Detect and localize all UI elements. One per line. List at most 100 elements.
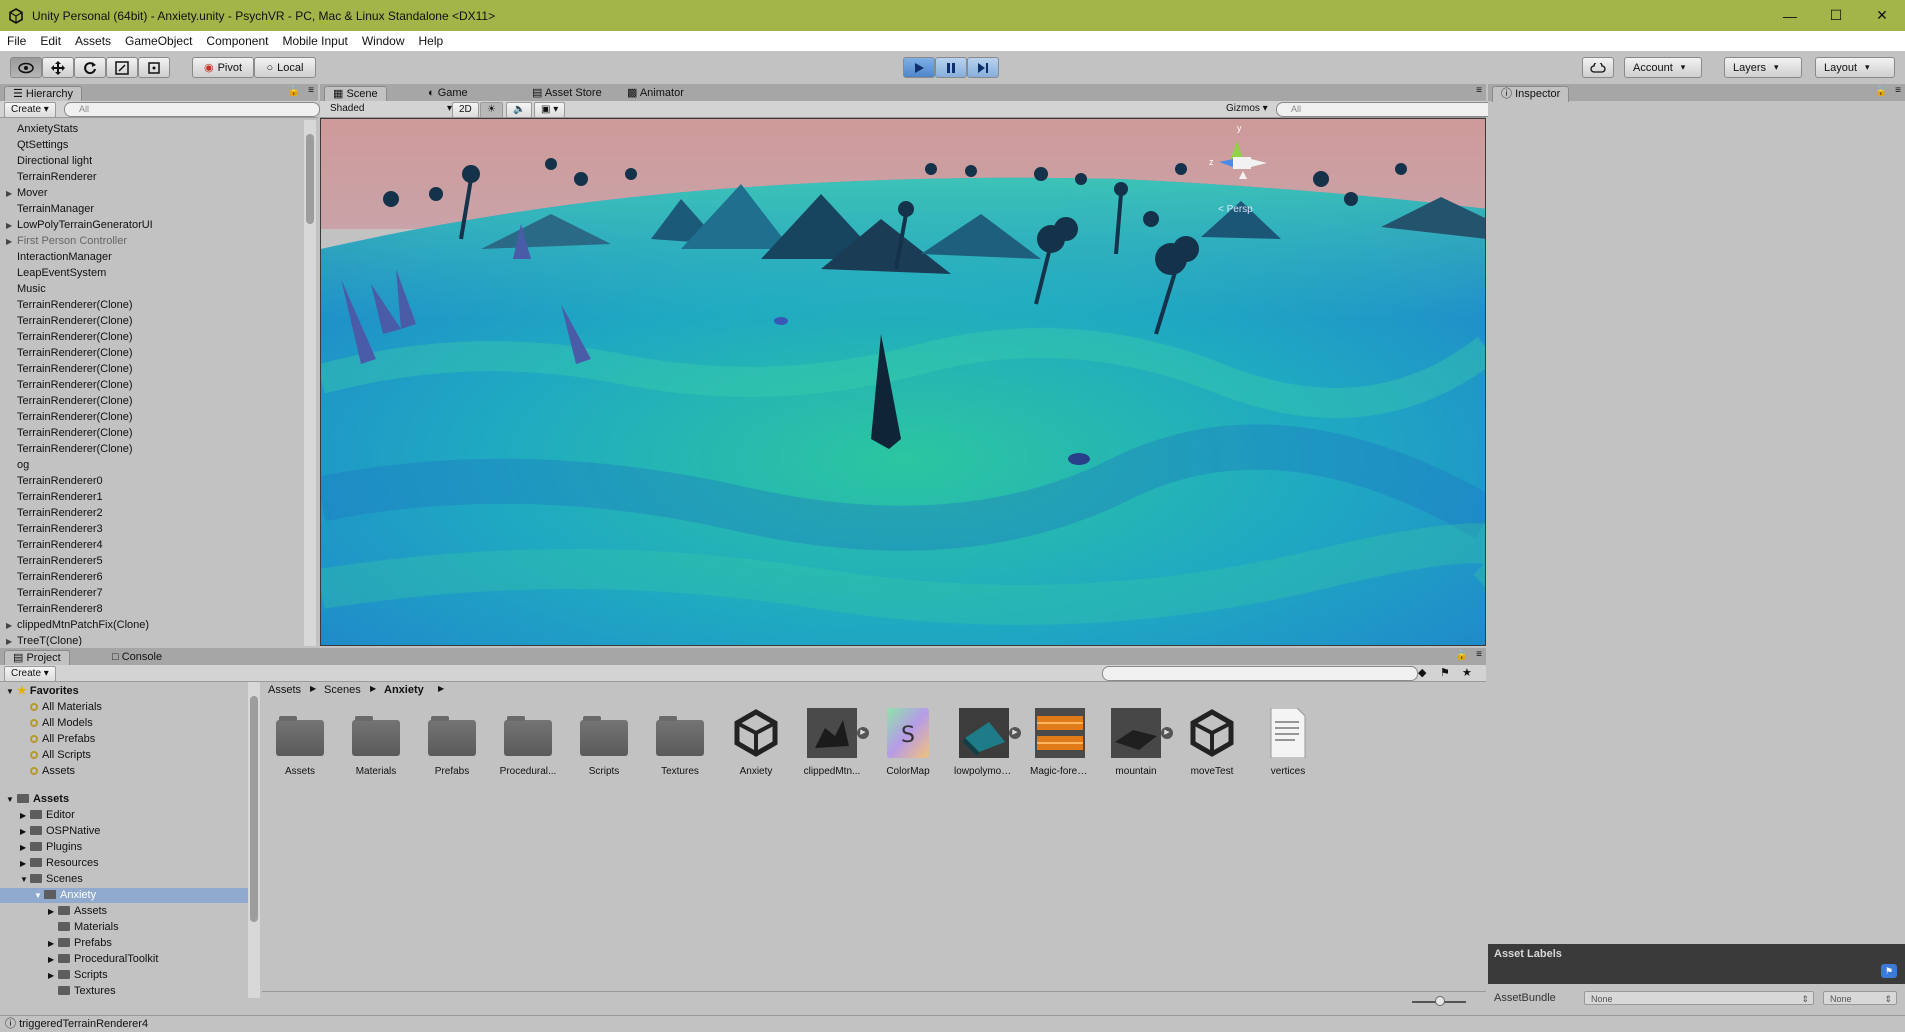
mode-2d-toggle[interactable]: 2D: [452, 102, 479, 118]
asset-item[interactable]: Prefabs: [422, 708, 482, 777]
layers-dropdown[interactable]: Layers: [1724, 57, 1802, 78]
expand-arrow-icon[interactable]: ▶: [20, 841, 30, 854]
asset-item[interactable]: moveTest: [1182, 708, 1242, 777]
tree-item[interactable]: ▶ Resources: [20, 857, 99, 870]
asset-item[interactable]: Anxiety: [726, 708, 786, 777]
asset-item[interactable]: Procedural...: [498, 708, 558, 777]
shading-mode-dropdown[interactable]: Shaded ▾: [324, 102, 456, 116]
asset-item[interactable]: Assets: [270, 708, 330, 777]
expand-arrow-icon[interactable]: ▶: [6, 221, 12, 230]
asset-item[interactable]: ▶ mountain: [1106, 708, 1173, 777]
minimize-button[interactable]: —: [1767, 0, 1813, 31]
hierarchy-item[interactable]: Mover: [17, 187, 48, 200]
project-tree-scroll-thumb[interactable]: [250, 696, 258, 922]
hierarchy-item[interactable]: TerrainRenderer0: [17, 475, 103, 488]
rotate-tool-button[interactable]: [74, 57, 106, 78]
icon-size-slider-handle[interactable]: [1435, 996, 1445, 1006]
tree-item[interactable]: Materials: [48, 921, 119, 934]
hierarchy-scrollbar[interactable]: [304, 120, 316, 646]
tab-game[interactable]: ◐ Game: [420, 86, 476, 101]
expand-arrow-icon[interactable]: ▶: [48, 953, 58, 966]
account-dropdown[interactable]: Account: [1624, 57, 1702, 78]
expand-arrow-icon[interactable]: ▶: [6, 637, 12, 646]
menu-mobile-input[interactable]: Mobile Input: [275, 31, 354, 51]
favorite-item[interactable]: All Scripts: [30, 749, 91, 762]
favorite-item[interactable]: All Models: [30, 717, 93, 730]
expand-arrow-icon[interactable]: ▶: [48, 937, 58, 950]
hierarchy-item[interactable]: TerrainRenderer4: [17, 539, 103, 552]
pause-button[interactable]: [935, 57, 967, 78]
hierarchy-item[interactable]: TerrainRenderer1: [17, 491, 103, 504]
expand-arrow-icon[interactable]: ▶: [48, 969, 58, 982]
breadcrumb-scenes[interactable]: Scenes: [324, 684, 361, 696]
scene-effects-dropdown[interactable]: ▣ ▾: [534, 102, 566, 118]
hierarchy-item[interactable]: TerrainManager: [17, 203, 94, 216]
menu-help[interactable]: Help: [412, 31, 451, 51]
local-toggle[interactable]: ○ Local: [254, 57, 316, 78]
tab-scene[interactable]: ▦ Scene: [324, 86, 387, 102]
expand-down-icon[interactable]: ▼: [34, 889, 44, 902]
menu-edit[interactable]: Edit: [33, 31, 68, 51]
expand-arrow-icon[interactable]: ▶: [20, 857, 30, 870]
close-button[interactable]: ✕: [1859, 0, 1905, 31]
scene-lighting-toggle[interactable]: ☀: [480, 102, 503, 118]
scene-audio-toggle[interactable]: 🔈: [506, 102, 533, 118]
asset-item[interactable]: Materials: [346, 708, 406, 777]
tree-item[interactable]: ▼ Anxiety: [34, 889, 96, 902]
asset-item[interactable]: ▶ lowpolymou...: [954, 708, 1021, 777]
assets-root[interactable]: ▼ Assets: [6, 793, 69, 806]
panel-menu-icon[interactable]: ≡: [1476, 85, 1482, 96]
tab-hierarchy[interactable]: ☰ Hierarchy: [4, 86, 82, 102]
expand-prefab-icon[interactable]: ▶: [1161, 727, 1173, 739]
scene-viewport[interactable]: y z < Persp: [320, 118, 1486, 646]
hierarchy-item[interactable]: TerrainRenderer3: [17, 523, 103, 536]
menu-component[interactable]: Component: [199, 31, 275, 51]
layout-dropdown[interactable]: Layout: [1815, 57, 1895, 78]
asset-item[interactable]: Scripts: [574, 708, 634, 777]
hierarchy-item[interactable]: TerrainRenderer7: [17, 587, 103, 600]
panel-menu-icon[interactable]: ≡: [1476, 649, 1482, 660]
hierarchy-item[interactable]: TerrainRenderer5: [17, 555, 103, 568]
hierarchy-item[interactable]: AnxietyStats: [17, 123, 78, 136]
hierarchy-item[interactable]: LeapEventSystem: [17, 267, 106, 280]
asset-variant-dropdown[interactable]: None ⇕: [1823, 991, 1897, 1005]
expand-prefab-icon[interactable]: ▶: [1009, 727, 1021, 739]
expand-arrow-icon[interactable]: ▶: [6, 237, 12, 246]
expand-down-icon[interactable]: ▼: [20, 873, 30, 886]
tree-item[interactable]: ▶ ProceduralToolkit: [48, 953, 158, 966]
hierarchy-item[interactable]: Music: [17, 283, 46, 296]
status-message[interactable]: triggeredTerrainRenderer4: [19, 1018, 148, 1030]
asset-item[interactable]: vertices: [1258, 708, 1318, 777]
asset-item[interactable]: Magic-fores...: [1030, 708, 1090, 777]
menu-window[interactable]: Window: [355, 31, 412, 51]
hierarchy-item[interactable]: TerrainRenderer(Clone): [17, 363, 133, 376]
scene-search-input[interactable]: All: [1276, 102, 1498, 117]
hand-tool-button[interactable]: [10, 57, 42, 78]
step-button[interactable]: [967, 57, 999, 78]
favorites-header[interactable]: ▼ ★ Favorites: [6, 685, 79, 698]
menu-file[interactable]: File: [0, 31, 33, 51]
expand-arrow-icon[interactable]: ▶: [48, 905, 58, 918]
expand-prefab-icon[interactable]: ▶: [857, 727, 869, 739]
tree-item[interactable]: ▶ Plugins: [20, 841, 82, 854]
tree-item[interactable]: Textures: [48, 985, 116, 998]
expand-arrow-icon[interactable]: ▶: [20, 809, 30, 822]
hierarchy-search-input[interactable]: All: [64, 102, 320, 117]
breadcrumb-assets[interactable]: Assets: [268, 684, 301, 696]
hierarchy-item[interactable]: TerrainRenderer2: [17, 507, 103, 520]
hierarchy-item[interactable]: TerrainRenderer(Clone): [17, 315, 133, 328]
asset-item[interactable]: Textures: [650, 708, 710, 777]
hierarchy-item[interactable]: First Person Controller: [17, 235, 127, 248]
favorite-item[interactable]: All Materials: [30, 701, 102, 714]
hierarchy-item[interactable]: TreeT(Clone): [17, 635, 82, 646]
hierarchy-item[interactable]: InteractionManager: [17, 251, 112, 264]
lock-icon[interactable]: 🔒: [1456, 650, 1468, 661]
hierarchy-item[interactable]: og: [17, 459, 29, 472]
breadcrumb-anxiety[interactable]: Anxiety: [384, 684, 424, 696]
persp-label[interactable]: < Persp: [1218, 204, 1253, 215]
asset-bundle-dropdown[interactable]: None ⇕: [1584, 991, 1814, 1005]
tag-icon[interactable]: ⚑: [1881, 964, 1897, 978]
project-search-input[interactable]: [1102, 666, 1418, 681]
favorite-item[interactable]: All Prefabs: [30, 733, 95, 746]
tab-asset-store[interactable]: ▤ Asset Store: [524, 86, 610, 101]
